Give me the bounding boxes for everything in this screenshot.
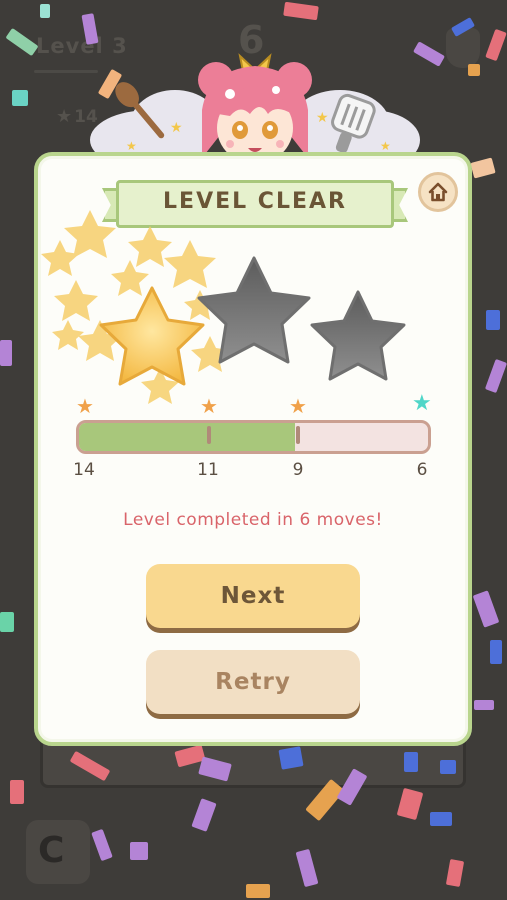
confetti <box>12 90 28 106</box>
completion-message: Level completed in 6 moves! <box>123 510 383 530</box>
undo-icon: C <box>38 830 65 871</box>
progress-marker: 6 <box>416 460 428 480</box>
confetti <box>430 812 452 826</box>
progress-marker: 9 <box>292 460 304 480</box>
confetti <box>40 4 50 18</box>
undo-button: C <box>26 820 90 884</box>
confetti <box>10 780 24 804</box>
goal-star-icon: ★ <box>412 391 432 416</box>
whisk-icon <box>331 93 376 153</box>
confetti <box>191 798 217 832</box>
confetti <box>91 828 113 862</box>
star-gray-icon <box>310 290 406 381</box>
star-gray-icon <box>197 256 311 364</box>
confetti <box>445 858 465 888</box>
milestone-star-icon: ★ <box>200 394 218 418</box>
confetti <box>440 760 456 774</box>
svg-text:★: ★ <box>316 110 329 126</box>
stars-display <box>40 200 460 410</box>
confetti <box>0 340 12 366</box>
next-button[interactable]: Next <box>146 564 360 628</box>
progress-marker: 11 <box>197 460 219 480</box>
progress-marker: 14 <box>73 460 95 480</box>
confetti <box>0 612 14 632</box>
milestone-star-icon: ★ <box>289 394 307 418</box>
shield-icon <box>446 28 480 68</box>
svg-text:★: ★ <box>380 139 391 153</box>
level-underline <box>34 70 98 73</box>
confetti <box>470 157 496 179</box>
confetti <box>486 310 500 330</box>
confetti <box>404 752 418 772</box>
confetti <box>474 700 494 710</box>
confetti <box>246 884 270 898</box>
move-progress-bar <box>76 420 431 454</box>
confetti <box>490 640 502 664</box>
confetti <box>468 64 480 76</box>
milestone-star-icon: ★ <box>76 394 94 418</box>
progress-fill <box>79 423 296 451</box>
confetti <box>5 27 39 57</box>
confetti <box>396 787 424 821</box>
confetti <box>130 842 148 860</box>
spoon-icon <box>115 82 165 139</box>
progress-tick <box>207 426 211 444</box>
confetti <box>484 358 507 394</box>
confetti <box>472 590 500 628</box>
confetti <box>295 848 319 888</box>
svg-text:★: ★ <box>126 139 137 153</box>
star-counter-icon: ★ <box>56 106 73 127</box>
confetti <box>283 1 319 21</box>
confetti <box>278 746 304 770</box>
retry-button[interactable]: Retry <box>146 650 360 714</box>
svg-text:★: ★ <box>170 120 183 136</box>
confetti <box>485 28 507 62</box>
progress-tick <box>296 426 300 444</box>
